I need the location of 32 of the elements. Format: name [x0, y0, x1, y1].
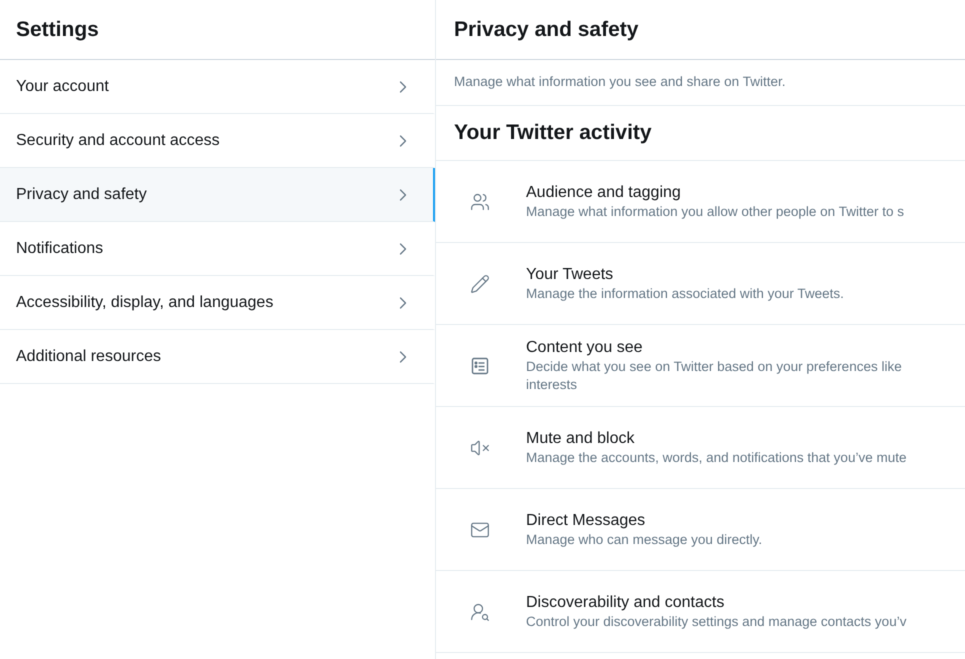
user-search-icon — [470, 602, 490, 622]
sidebar-item[interactable]: Your account — [0, 60, 435, 114]
sidebar-item[interactable]: Notifications — [0, 222, 435, 276]
sidebar-item[interactable]: Additional resources — [0, 330, 435, 384]
item-title: Discoverability and contacts — [526, 592, 726, 612]
page-description: Manage what information you see and share on Twitter. — [454, 73, 786, 92]
item-title: Content you see — [526, 338, 644, 358]
section-title: Your Twitter activity — [454, 120, 652, 146]
pencil-icon — [470, 274, 490, 294]
muted-speaker-icon — [470, 438, 490, 458]
list-icon — [470, 356, 490, 376]
item-description: Decide what you see on Twitter based on your preferences like interests — [526, 358, 902, 394]
sidebar-item[interactable]: Accessibility, display, and languages — [0, 276, 435, 330]
item-description: Control your discoverability settings and manage contacts you’v — [526, 612, 906, 630]
page-title: Privacy and safety — [454, 16, 638, 43]
item-description: Manage the information associated with your Tweets. — [526, 284, 844, 302]
item-description: Manage who can message you directly. — [526, 530, 762, 548]
people-icon — [470, 192, 490, 212]
sidebar-item[interactable]: Privacy and safety — [0, 168, 435, 222]
item-title: Audience and tagging — [526, 182, 682, 202]
settings-item[interactable]: Direct Messages Manage who can message you directly. — [436, 489, 965, 571]
settings-item[interactable]: Audience and tagging Manage what information you allow other people on Twitter to s — [436, 161, 965, 243]
sidebar-title: Settings — [16, 16, 99, 43]
item-title: Mute and block — [526, 428, 636, 448]
settings-item[interactable]: Mute and block Manage the accounts, words, and notifications that you’ve mute — [436, 407, 965, 489]
item-description: Manage the accounts, words, and notifications that you’ve mute — [526, 448, 906, 466]
settings-item[interactable]: Your Tweets Manage the information associated with your Tweets. — [436, 243, 965, 325]
item-title: Your Tweets — [526, 264, 614, 284]
item-title: Direct Messages — [526, 510, 646, 530]
settings-item[interactable]: Content you see Decide what you see on Twitter based on your preferences like interests — [436, 325, 965, 407]
item-description: Manage what information you allow other people on Twitter to s — [526, 202, 904, 220]
settings-item[interactable]: Discoverability and contacts Control your discoverability settings and manage contacts you’v — [436, 571, 965, 653]
